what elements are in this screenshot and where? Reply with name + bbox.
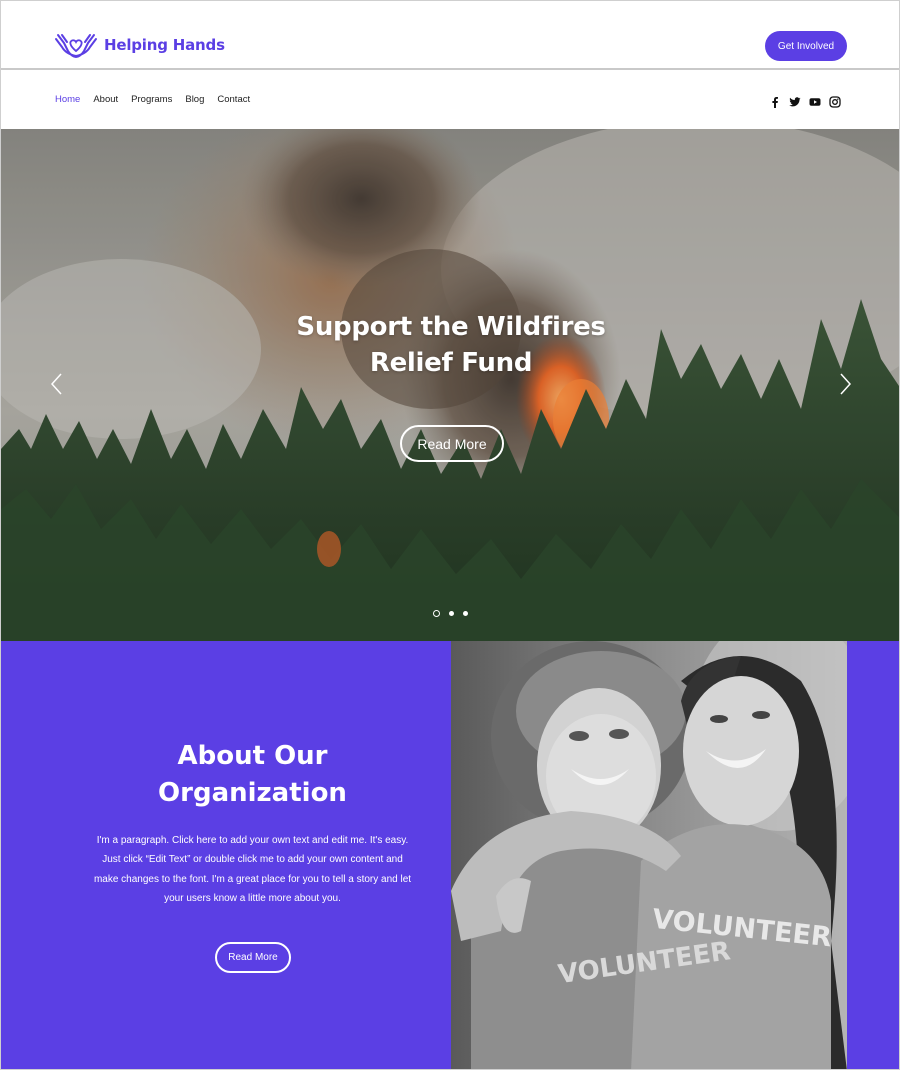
- site-logo[interactable]: Helping Hands: [54, 31, 225, 59]
- slide-dot-2[interactable]: [449, 611, 454, 616]
- nav-item-home[interactable]: Home: [55, 94, 80, 105]
- nav-item-contact[interactable]: Contact: [217, 94, 250, 105]
- twitter-icon[interactable]: [789, 93, 801, 107]
- brand-name: Helping Hands: [104, 36, 225, 54]
- slide-indicators: [433, 610, 468, 617]
- nav-item-blog[interactable]: Blog: [185, 94, 204, 105]
- about-section: About Our Organization I'm a paragraph. …: [1, 641, 899, 1069]
- volunteers-image: VOLUNTEER VOLUNTEER: [451, 641, 847, 1069]
- site-header: Helping Hands Get Involved: [1, 1, 899, 70]
- slide-dot-3[interactable]: [463, 611, 468, 616]
- nav-item-programs[interactable]: Programs: [131, 94, 172, 105]
- chevron-left-icon[interactable]: [49, 372, 65, 396]
- hero-title: Support the Wildfires Relief Fund: [1, 309, 899, 381]
- about-title-line1: About Our: [177, 741, 328, 771]
- about-title: About Our Organization: [61, 738, 444, 812]
- youtube-icon[interactable]: [809, 93, 821, 106]
- main-nav: Home About Programs Blog Contact: [1, 71, 899, 129]
- slide-dot-1[interactable]: [433, 610, 440, 617]
- hands-heart-icon: [54, 31, 98, 59]
- about-title-line2: Organization: [158, 778, 347, 808]
- hero-title-line1: Support the Wildfires: [296, 312, 606, 342]
- about-read-more-button[interactable]: Read More: [215, 942, 291, 973]
- chevron-right-icon[interactable]: [837, 372, 853, 396]
- about-paragraph: I'm a paragraph. Click here to add your …: [93, 835, 412, 905]
- hero-read-more-button[interactable]: Read More: [400, 425, 504, 462]
- nav-item-about[interactable]: About: [93, 94, 118, 105]
- get-involved-button[interactable]: Get Involved: [765, 31, 847, 61]
- facebook-icon[interactable]: [769, 93, 781, 108]
- hero-slideshow: Support the Wildfires Relief Fund Read M…: [1, 129, 899, 641]
- nav-links: Home About Programs Blog Contact: [55, 94, 250, 105]
- page: Helping Hands Get Involved Home About Pr…: [0, 0, 900, 1070]
- social-links: [769, 93, 841, 108]
- instagram-icon[interactable]: [829, 93, 841, 108]
- hero-title-line2: Relief Fund: [369, 348, 533, 378]
- forest-wildfire-image: [1, 129, 899, 641]
